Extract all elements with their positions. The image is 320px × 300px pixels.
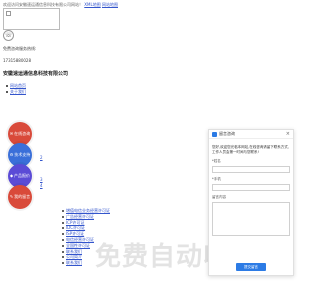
close-icon[interactable]: × <box>286 131 290 137</box>
bullet-icon <box>62 233 64 236</box>
side-link-3[interactable]: 3 <box>40 177 43 182</box>
welcome-text: 欢迎访问安徽速运通信息科技有限公司网站！ <box>3 2 83 7</box>
chat-avatar-icon <box>212 131 217 137</box>
submit-message-button[interactable]: 提交留言 <box>236 263 266 271</box>
phone-field[interactable] <box>212 184 290 191</box>
support-icon: ⚙ <box>9 152 14 157</box>
bullet-icon <box>62 215 64 218</box>
side-link-4[interactable]: 4 <box>40 183 43 188</box>
lower-link-list: 增值电信业务经营许可证 广告经营许可证 ICP许可证 IDC许可证 ISP许可证… <box>62 208 110 266</box>
bullet-icon <box>6 85 8 87</box>
phone-icon: ☏ <box>3 30 14 41</box>
bullet-icon <box>62 210 64 212</box>
main-nav: 网站首页 关于我们 <box>6 83 26 95</box>
list-item[interactable]: 联系我们 <box>62 260 110 266</box>
bullet-icon <box>62 227 64 230</box>
phone-field-label: *手机 <box>212 177 221 181</box>
name-field-label: *姓名 <box>212 159 221 163</box>
logo-image[interactable] <box>3 8 60 30</box>
tag-icon: ◆ <box>9 173 14 178</box>
nav-item-about[interactable]: 关于我们 <box>6 89 26 95</box>
bullet-icon <box>62 244 64 247</box>
bullet-icon <box>62 238 64 241</box>
chat-header: 留言咨询 × <box>209 130 293 139</box>
bullet-icon <box>6 91 8 93</box>
bullet-icon <box>62 221 64 224</box>
name-field[interactable] <box>212 166 290 173</box>
message-field-label: 留言内容 <box>212 195 226 199</box>
broken-image-icon <box>6 11 11 16</box>
chat-widget: 留言咨询 × 您好,欢迎您光临本网站,在线咨询请留下联系方式,工作人员会第一时间… <box>208 129 294 276</box>
bullet-icon <box>62 256 64 259</box>
hotline-label: 免费咨询服务热线: <box>3 46 37 51</box>
side-link-2[interactable]: 2 <box>40 155 43 160</box>
message-icon: ✎ <box>9 194 14 199</box>
bullet-icon <box>62 262 64 265</box>
chat-title: 留言咨询 <box>219 131 235 136</box>
sitemap-link[interactable]: 网站地图 <box>102 2 118 7</box>
chat-welcome-message: 您好,欢迎您光临本网站,在线咨询请留下联系方式,工作人员会第一时间与您联系! <box>212 145 289 154</box>
message-textarea[interactable] <box>212 202 290 236</box>
xml-map-link[interactable]: XML地图 <box>84 2 100 7</box>
my-message-button[interactable]: ✎我的留言 <box>8 185 32 209</box>
bullet-icon <box>62 250 64 253</box>
company-name: 安徽速运通信息科技有限公司 <box>3 71 69 77</box>
chat-icon: ✉ <box>9 131 14 136</box>
hotline-number: 17315880028 <box>3 58 31 63</box>
